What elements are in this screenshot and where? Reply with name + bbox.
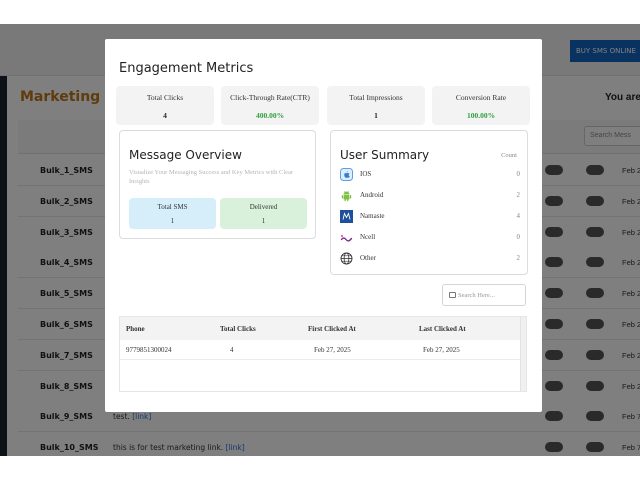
overview-subtitle: Visualize Your Messaging Success and Key… bbox=[129, 169, 294, 185]
stat-conversion-rate: Conversion Rate 100.00% bbox=[432, 86, 530, 125]
user-row-count: 0 bbox=[516, 233, 521, 241]
cell-total-clicks: 4 bbox=[230, 346, 234, 354]
table-header-row: Phone Total Clicks First Clicked At Last… bbox=[120, 317, 520, 340]
user-row-ncell: Ncell 0 bbox=[340, 231, 520, 245]
table-row: 9779851300024 4 Feb 27, 2025 Feb 27, 202… bbox=[120, 340, 520, 360]
user-row-count: 4 bbox=[516, 212, 521, 220]
cell-phone: 9779851300024 bbox=[126, 346, 172, 354]
stat-label: Click-Through Rate(CTR) bbox=[230, 93, 310, 102]
user-row-count: 0 bbox=[516, 170, 521, 178]
ncell-icon bbox=[340, 231, 353, 244]
user-row-android: Android 2 bbox=[340, 189, 520, 203]
header-last-clicked[interactable]: Last Clicked At bbox=[419, 325, 466, 333]
modal-title: Engagement Metrics bbox=[119, 61, 254, 76]
search-icon bbox=[449, 292, 456, 298]
globe-icon bbox=[340, 252, 353, 265]
user-row-name: Namaste bbox=[360, 212, 385, 220]
user-row-count: 2 bbox=[516, 254, 521, 262]
stat-total-clicks: Total Clicks 4 bbox=[116, 86, 214, 125]
user-row-name: IOS bbox=[360, 170, 372, 178]
user-summary-title: User Summary bbox=[340, 148, 430, 162]
total-sms-value: 1 bbox=[170, 217, 175, 225]
cell-last-clicked: Feb 27, 2025 bbox=[423, 346, 460, 354]
stat-value: 1 bbox=[374, 111, 378, 120]
user-row-other: Other 2 bbox=[340, 252, 520, 266]
engagement-metrics-modal: Engagement Metrics Total Clicks 4 Click-… bbox=[105, 39, 542, 412]
delivered-box: Delivered 1 bbox=[220, 198, 307, 229]
click-search-box[interactable] bbox=[442, 284, 526, 306]
click-search-input[interactable] bbox=[458, 288, 524, 303]
stat-label: Conversion Rate bbox=[455, 93, 507, 102]
cell-first-clicked: Feb 27, 2025 bbox=[314, 346, 351, 354]
user-row-name: Other bbox=[360, 254, 376, 262]
stat-value: 4 bbox=[163, 111, 167, 120]
header-phone[interactable]: Phone bbox=[126, 325, 145, 333]
delivered-value: 1 bbox=[261, 217, 266, 225]
stat-label: Total Clicks bbox=[146, 93, 184, 102]
count-header: Count bbox=[501, 152, 517, 159]
stat-value: 400.00% bbox=[255, 111, 285, 120]
android-icon bbox=[340, 189, 353, 202]
header-first-clicked[interactable]: First Clicked At bbox=[308, 325, 356, 333]
total-sms-label: Total SMS bbox=[157, 203, 188, 211]
header-total-clicks[interactable]: Total Clicks bbox=[220, 325, 256, 333]
user-summary-card: User Summary Count IOS 0 Android 2 Namas… bbox=[330, 130, 528, 275]
stat-value: 100.00% bbox=[466, 111, 496, 120]
table-scrollbar[interactable] bbox=[520, 317, 526, 391]
total-sms-box: Total SMS 1 bbox=[129, 198, 216, 229]
stat-label: Total Impressions bbox=[349, 93, 403, 102]
user-row-ios: IOS 0 bbox=[340, 168, 520, 182]
delivered-label: Delivered bbox=[249, 203, 278, 211]
user-row-namaste: Namaste 4 bbox=[340, 210, 520, 224]
user-row-count: 2 bbox=[516, 191, 521, 199]
namaste-icon bbox=[340, 210, 353, 223]
user-row-name: Android bbox=[360, 191, 384, 199]
stat-total-impressions: Total Impressions 1 bbox=[327, 86, 425, 125]
user-row-name: Ncell bbox=[360, 233, 376, 241]
overview-title: Message Overview bbox=[129, 148, 242, 162]
stat-ctr: Click-Through Rate(CTR) 400.00% bbox=[221, 86, 319, 125]
app-frame: BUY SMS ONLINE Marketing An You are Sear… bbox=[0, 24, 640, 456]
apple-icon bbox=[340, 168, 353, 181]
message-overview-card: Message Overview Visualize Your Messagin… bbox=[119, 130, 316, 239]
click-details-table: Phone Total Clicks First Clicked At Last… bbox=[119, 316, 527, 392]
